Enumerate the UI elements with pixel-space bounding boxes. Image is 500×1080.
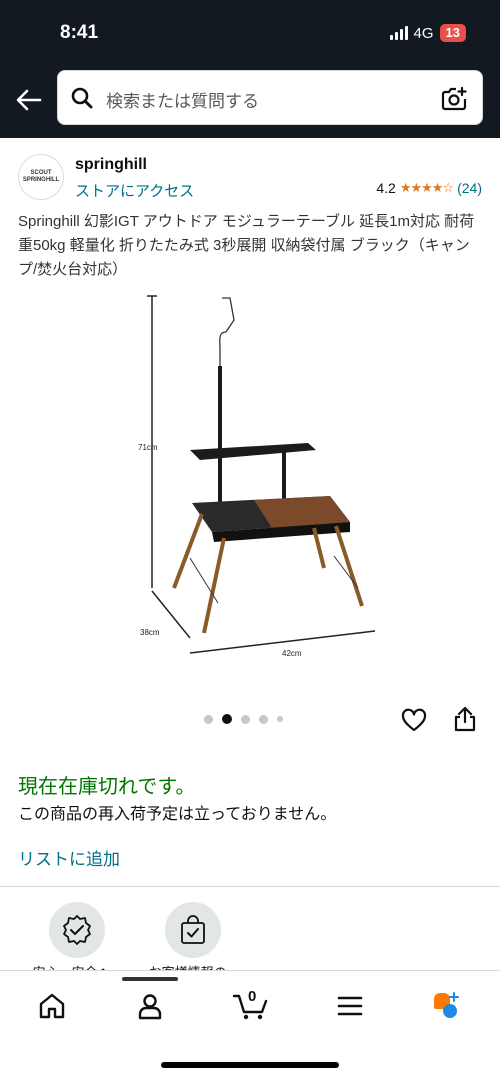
trust-badges: 安心・安全へ... お客様情報の... bbox=[0, 902, 500, 970]
bag-check-icon bbox=[165, 902, 221, 958]
person-icon[interactable] bbox=[135, 991, 165, 1021]
visit-store-link[interactable]: ストアにアクセス bbox=[75, 180, 194, 201]
badge-label: お客様情報の... bbox=[138, 962, 248, 970]
rufus-icon[interactable] bbox=[430, 991, 460, 1021]
store-logo[interactable]: SCOUT SPRINGHILL bbox=[18, 154, 64, 200]
carousel-dot[interactable] bbox=[259, 714, 268, 724]
carousel-dot[interactable] bbox=[204, 714, 213, 724]
heart-icon[interactable] bbox=[400, 706, 428, 734]
sheet-handle[interactable] bbox=[122, 977, 178, 981]
section-divider bbox=[0, 886, 500, 887]
carousel-dot[interactable] bbox=[277, 716, 283, 722]
network-type: 4G bbox=[413, 24, 434, 42]
badge-privacy[interactable]: お客様情報の... bbox=[138, 902, 248, 970]
rating-count[interactable]: (24) bbox=[457, 180, 482, 196]
home-icon[interactable] bbox=[37, 991, 67, 1021]
rating-stars-icon: ★★★★☆ bbox=[399, 180, 454, 195]
search-bar[interactable]: 検索または質問する bbox=[57, 70, 483, 125]
home-indicator bbox=[161, 1062, 339, 1068]
menu-icon[interactable] bbox=[335, 991, 365, 1021]
add-to-list-link[interactable]: リストに追加 bbox=[18, 845, 120, 870]
search-input[interactable]: 検索または質問する bbox=[106, 87, 259, 112]
rating-summary[interactable]: 4.2 ★★★★☆ (24) bbox=[376, 180, 482, 196]
dimension-height-label: 71cm bbox=[138, 443, 158, 452]
rating-value: 4.2 bbox=[376, 180, 396, 196]
share-icon[interactable] bbox=[452, 705, 478, 733]
app-header: 8:41 4G 13 検索または質問する bbox=[0, 0, 500, 138]
status-indicators: 4G 13 bbox=[389, 24, 466, 42]
dimension-depth-label: 38cm bbox=[140, 628, 160, 637]
bottom-navigation: 0 bbox=[0, 970, 500, 1080]
status-time: 8:41 bbox=[60, 22, 99, 43]
store-row: SCOUT SPRINGHILL springhill ストアにアクセス 4.2… bbox=[18, 154, 488, 204]
cart-button[interactable]: 0 bbox=[232, 988, 272, 1021]
restock-note: この商品の再入荷予定は立っておりません。 bbox=[18, 806, 337, 823]
camera-search-icon[interactable] bbox=[440, 85, 468, 113]
signal-icon bbox=[389, 26, 408, 40]
cart-count: 0 bbox=[248, 988, 257, 1005]
product-detail: SCOUT SPRINGHILL springhill ストアにアクセス 4.2… bbox=[0, 138, 500, 970]
stock-status: 現在在庫切れです。 bbox=[18, 776, 196, 798]
back-arrow-icon[interactable] bbox=[14, 85, 44, 115]
carousel-dot-active[interactable] bbox=[222, 714, 232, 724]
brand-name: springhill bbox=[75, 156, 147, 173]
battery-indicator: 13 bbox=[439, 24, 466, 42]
carousel-dot[interactable] bbox=[241, 714, 250, 724]
product-image[interactable]: 71cm 38cm 42cm bbox=[130, 288, 380, 668]
shield-check-icon bbox=[49, 902, 105, 958]
carousel-dots[interactable] bbox=[204, 714, 283, 724]
badge-label: 安心・安全へ... bbox=[22, 962, 132, 970]
search-icon bbox=[71, 87, 93, 109]
dimension-width-label: 42cm bbox=[282, 649, 302, 658]
product-title: Springhill 幻影IGT アウトドア モジュラーテーブル 延長1m対応 … bbox=[18, 213, 475, 278]
badge-safety[interactable]: 安心・安全へ... bbox=[22, 902, 132, 970]
